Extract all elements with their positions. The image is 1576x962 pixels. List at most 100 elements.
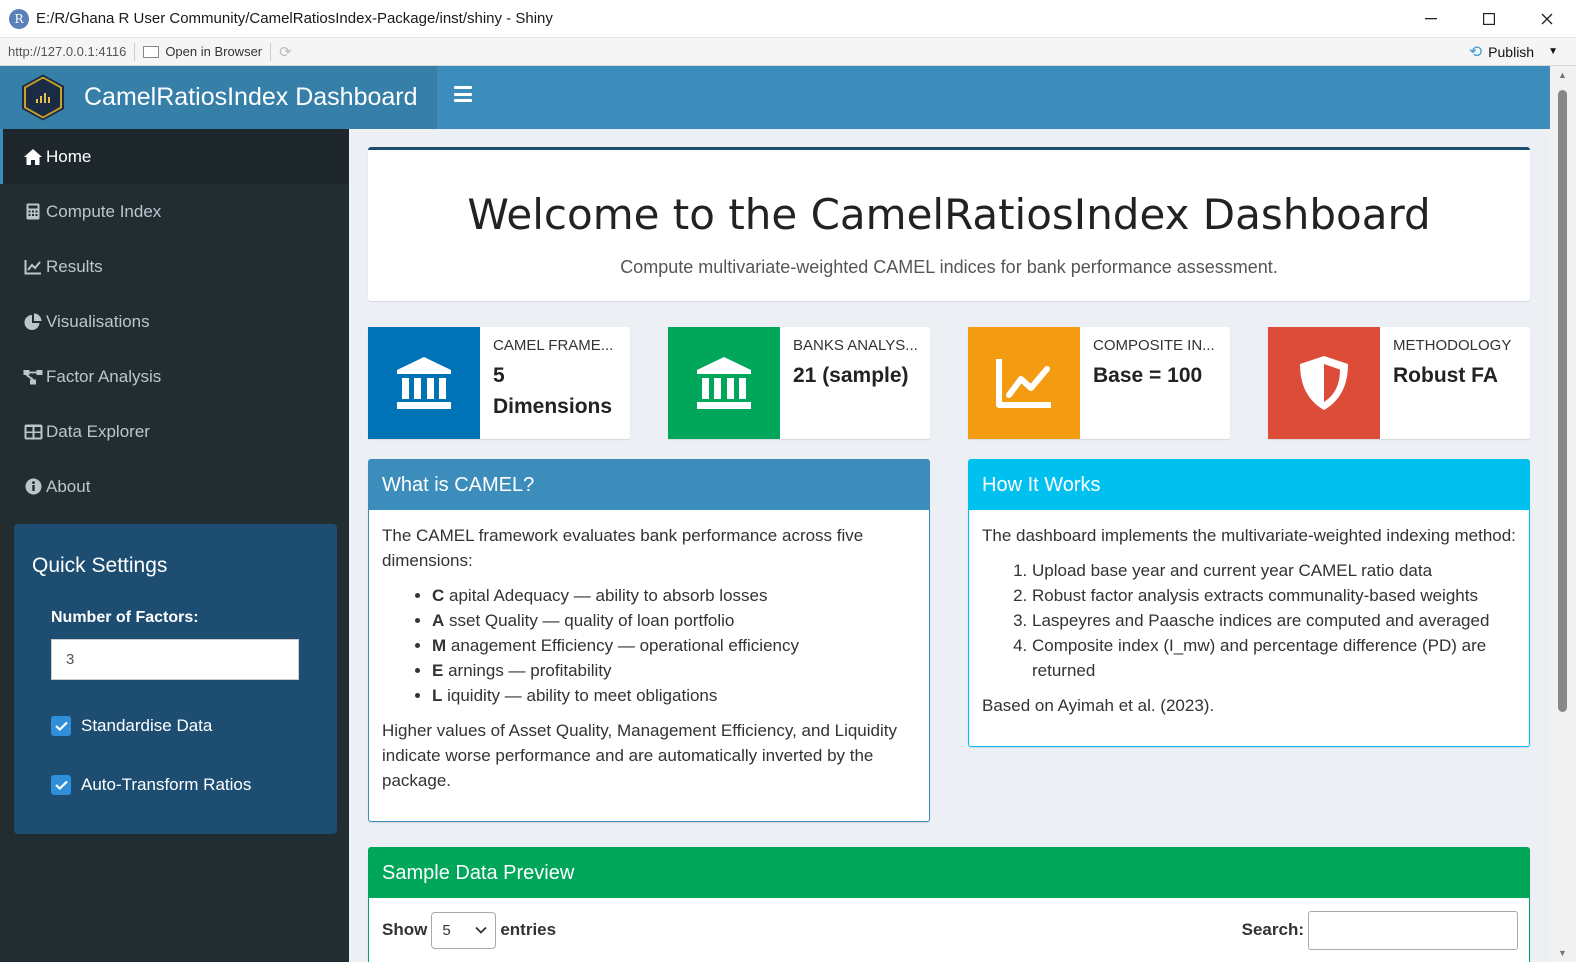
- how-it-works-box: How It Works The dashboard implements th…: [968, 459, 1530, 747]
- info-icon: [22, 478, 44, 495]
- welcome-subtitle: Compute multivariate-weighted CAMEL indi…: [620, 257, 1278, 277]
- info-value: Robust FA: [1393, 364, 1498, 387]
- scroll-down-icon[interactable]: ▼: [1558, 948, 1567, 958]
- welcome-title: Welcome to the CamelRatiosIndex Dashboar…: [467, 190, 1431, 239]
- autotransform-checkbox[interactable]: [51, 775, 71, 795]
- standardise-label: Standardise Data: [81, 716, 213, 735]
- info-label: METHODOLOGY: [1393, 337, 1512, 354]
- show-label: Show: [382, 920, 428, 939]
- scroll-up-icon[interactable]: ▲: [1558, 70, 1567, 80]
- line-chart-icon: [968, 327, 1080, 439]
- sidebar-item-label: Results: [46, 256, 103, 276]
- info-label: COMPOSITE IN...: [1093, 337, 1215, 354]
- factors-label: Number of Factors:: [51, 609, 199, 626]
- sidebar-item-label: Visualisations: [46, 311, 150, 331]
- window-controls: [1402, 0, 1576, 38]
- sidebar-item-label: Compute Index: [46, 201, 162, 221]
- minimize-button[interactable]: [1402, 0, 1460, 38]
- what-is-camel-title: What is CAMEL?: [369, 460, 929, 510]
- list-item: L iquidity — ability to meet obligations: [432, 683, 916, 708]
- sample-data-box: Sample Data Preview Show 5 entries Searc…: [368, 847, 1530, 962]
- sidebar-item-label: About: [46, 476, 91, 496]
- sample-data-title: Sample Data Preview: [369, 848, 1529, 898]
- url-text[interactable]: http://127.0.0.1:4116: [8, 44, 126, 59]
- entries-label: entries: [500, 920, 557, 939]
- entries-select[interactable]: 5: [431, 911, 497, 949]
- scroll-thumb[interactable]: [1558, 90, 1567, 712]
- calculator-icon: [22, 203, 44, 220]
- bank-icon: [368, 327, 480, 439]
- info-box-methodology: METHODOLOGY Robust FA: [1268, 327, 1530, 439]
- camel-list: C apital Adequacy — ability to absorb lo…: [432, 583, 916, 708]
- maximize-icon: [1483, 13, 1495, 25]
- info-label: BANKS ANALYS...: [793, 337, 918, 354]
- chevron-down-icon: [475, 926, 487, 934]
- table-icon: [22, 424, 44, 440]
- bank-icon: [668, 327, 780, 439]
- how-it-works-title: How It Works: [969, 460, 1529, 510]
- minimize-icon: [1425, 18, 1437, 20]
- sidebar-item-label: Factor Analysis: [46, 366, 162, 386]
- pie-chart-icon: [22, 313, 44, 331]
- how-footer: Based on Ayimah et al. (2023).: [982, 696, 1215, 715]
- sidebar-item-about[interactable]: About: [0, 459, 349, 514]
- list-item: M anagement Efficiency — operational eff…: [432, 633, 916, 658]
- sidebar-item-factor-analysis[interactable]: Factor Analysis: [0, 349, 349, 404]
- sidebar-item-results[interactable]: Results: [0, 239, 349, 294]
- info-value: 5 Dimensions: [493, 364, 613, 418]
- address-bar: http://127.0.0.1:4116 Open in Browser ⟳ …: [0, 38, 1576, 66]
- logo-area[interactable]: CamelRatiosIndex Dashboard: [0, 66, 437, 129]
- info-box-camel-framework: CAMEL FRAME... 5 Dimensions: [368, 327, 630, 439]
- info-value: 21 (sample): [793, 364, 909, 387]
- shield-icon: [1268, 327, 1380, 439]
- autotransform-checkbox-row[interactable]: Auto-Transform Ratios: [51, 775, 251, 795]
- factors-input[interactable]: 3: [51, 639, 299, 680]
- info-value: Base = 100: [1093, 364, 1203, 387]
- sidebar-item-home[interactable]: Home: [0, 129, 349, 184]
- how-steps: Upload base year and current year CAMEL …: [1032, 558, 1516, 683]
- sidebar-toggle-icon[interactable]: [454, 86, 472, 102]
- network-icon: [22, 369, 44, 385]
- list-item: A sset Quality — quality of loan portfol…: [432, 608, 916, 633]
- sidebar: Home Compute Index Results Visualisation…: [0, 129, 349, 962]
- window-titlebar: R E:/R/Ghana R User Community/CamelRatio…: [0, 0, 1576, 38]
- home-icon: [22, 148, 44, 166]
- quick-settings-panel: Quick Settings Number of Factors: 3 Stan…: [14, 524, 337, 834]
- r-app-icon: R: [9, 8, 29, 29]
- publish-label: Publish: [1488, 43, 1535, 60]
- close-button[interactable]: [1518, 0, 1576, 38]
- sidebar-item-data-explorer[interactable]: Data Explorer: [0, 404, 349, 459]
- standardise-checkbox[interactable]: [51, 716, 71, 736]
- brand-title: CamelRatiosIndex Dashboard: [84, 83, 418, 111]
- list-item: Robust factor analysis extracts communal…: [1032, 583, 1516, 608]
- divider: [270, 42, 272, 61]
- list-item: Composite index (I_mw) and percentage di…: [1032, 633, 1516, 683]
- search-label: Search:: [1241, 920, 1304, 939]
- divider: [134, 42, 136, 61]
- what-is-camel-box: What is CAMEL? The CAMEL framework evalu…: [368, 459, 930, 822]
- publish-button[interactable]: ⟲ Publish ▼: [1469, 42, 1558, 62]
- maximize-button[interactable]: [1460, 0, 1518, 38]
- browser-window-icon: [143, 45, 160, 58]
- how-intro: The dashboard implements the multivariat…: [982, 526, 1516, 545]
- sidebar-item-label: Home: [46, 146, 92, 166]
- sidebar-item-compute-index[interactable]: Compute Index: [0, 184, 349, 239]
- quick-settings-title: Quick Settings: [32, 554, 168, 577]
- main-content: Welcome to the CamelRatiosIndex Dashboar…: [349, 129, 1550, 962]
- entries-control: Show 5 entries: [382, 911, 557, 949]
- list-item: Upload base year and current year CAMEL …: [1032, 558, 1516, 583]
- chevron-down-icon: ▼: [1548, 46, 1558, 57]
- checkmark-icon: [54, 721, 68, 731]
- line-chart-icon: [22, 259, 44, 275]
- standardise-checkbox-row[interactable]: Standardise Data: [51, 716, 212, 736]
- window-title: E:/R/Ghana R User Community/CamelRatiosI…: [36, 10, 553, 27]
- close-icon: [1541, 13, 1553, 25]
- list-item: E arnings — profitability: [432, 658, 916, 683]
- refresh-icon[interactable]: ⟳: [279, 43, 292, 61]
- publish-icon: ⟲: [1468, 43, 1483, 61]
- open-in-browser-button[interactable]: Open in Browser: [143, 44, 262, 59]
- page-scrollbar[interactable]: ▲ ▼: [1550, 66, 1576, 962]
- sidebar-item-visualisations[interactable]: Visualisations: [0, 294, 349, 349]
- search-input[interactable]: [1308, 910, 1518, 950]
- welcome-box: Welcome to the CamelRatiosIndex Dashboar…: [368, 147, 1530, 301]
